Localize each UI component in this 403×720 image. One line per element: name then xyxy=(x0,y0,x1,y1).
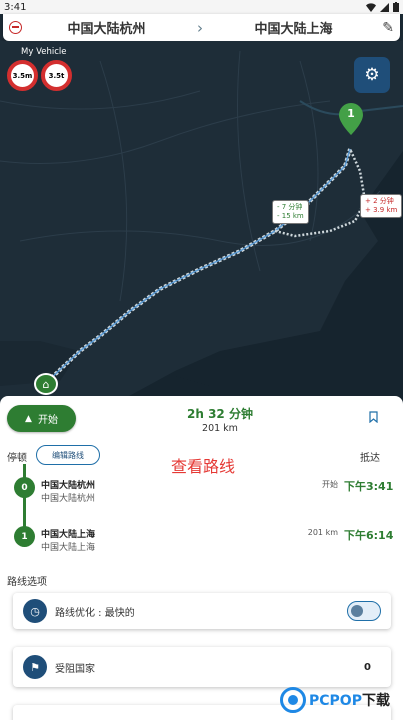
stop-time: 下午6:14 xyxy=(344,529,394,542)
remove-route-icon[interactable] xyxy=(9,21,22,34)
home-icon[interactable]: ⌂ xyxy=(34,373,58,395)
route-options-label: 路线选项 xyxy=(7,577,47,588)
stop-time: 下午3:41 xyxy=(344,480,394,493)
wifi-icon xyxy=(366,2,376,12)
gear-icon: ⚙ xyxy=(364,65,380,85)
map-view[interactable]: My Vehicle 3.5m 3.5t ⚙ 1 - 7 分钟 - 15 km … xyxy=(0,41,403,401)
stop-meta: 开始 xyxy=(322,480,338,489)
alt-route-callout-slower[interactable]: + 2 分钟 + 3.9 km xyxy=(360,194,403,218)
pcpop-watermark: PCPOP下载 xyxy=(280,683,400,717)
route-optimization-toggle[interactable] xyxy=(347,601,381,621)
chevron-right-icon: › xyxy=(197,18,203,37)
alt-route-callout-faster[interactable]: - 7 分钟 - 15 km xyxy=(272,200,309,224)
stop-meta: 201 km xyxy=(307,528,338,537)
route-optimization-label: 路线优化 : 最快的 xyxy=(55,607,135,619)
route-duration: 2h 32 分钟 xyxy=(187,407,253,421)
stop-index-badge: 1 xyxy=(14,526,35,547)
weight-limit-sign[interactable]: 3.5t xyxy=(41,60,72,91)
settings-button[interactable]: ⚙ xyxy=(354,57,390,93)
flag-icon: ⚑ xyxy=(23,655,47,679)
destination-pin-number: 1 xyxy=(347,107,355,120)
stop-subtitle: 中国大陆上海 xyxy=(41,543,96,553)
signal-icon xyxy=(380,2,389,12)
destination-label[interactable]: 中国大陆上海 xyxy=(209,18,378,37)
route-summary-sheet: ▲ 开始 2h 32 分钟 201 km 停顿 编辑路线 查看路线 抵达 0 中… xyxy=(0,396,403,720)
clock-icon: ◷ xyxy=(23,599,47,623)
bookmark-icon[interactable] xyxy=(369,411,378,423)
navigation-arrow-icon: ▲ xyxy=(25,413,32,424)
map-canvas xyxy=(0,41,403,401)
height-limit-sign[interactable]: 3.5m xyxy=(7,60,38,91)
view-route-label: 查看路线 xyxy=(170,457,235,476)
route-header: 中国大陆杭州 › 中国大陆上海 ✎ xyxy=(3,14,400,41)
vehicle-label: My Vehicle xyxy=(21,47,67,57)
battery-icon xyxy=(393,2,399,12)
route-distance: 201 km xyxy=(202,423,238,434)
pcpop-logo-icon xyxy=(280,687,306,713)
restricted-countries-label: 受阻国家 xyxy=(55,663,95,675)
stop-name[interactable]: 中国大陆上海 xyxy=(41,527,95,540)
stops-label: 停顿 xyxy=(7,453,27,464)
start-navigation-button[interactable]: ▲ 开始 xyxy=(7,405,76,432)
arrive-label: 抵达 xyxy=(360,453,380,464)
pencil-icon[interactable]: ✎ xyxy=(378,20,394,36)
destination-pin[interactable]: 1 xyxy=(339,103,363,135)
status-time: 3:41 xyxy=(4,1,27,13)
stop-subtitle: 中国大陆杭州 xyxy=(41,494,96,504)
status-bar: 3:41 xyxy=(0,0,403,14)
origin-label[interactable]: 中国大陆杭州 xyxy=(22,18,191,37)
route-optimization-card[interactable]: ◷ 路线优化 : 最快的 xyxy=(13,593,391,629)
stop-index-badge: 0 xyxy=(14,477,35,498)
restricted-countries-card[interactable]: ⚑ 受阻国家 0 xyxy=(13,647,391,687)
edit-route-button[interactable]: 编辑路线 xyxy=(36,445,100,465)
stop-name[interactable]: 中国大陆杭州 xyxy=(41,478,95,491)
restricted-countries-count: 0 xyxy=(364,661,371,673)
